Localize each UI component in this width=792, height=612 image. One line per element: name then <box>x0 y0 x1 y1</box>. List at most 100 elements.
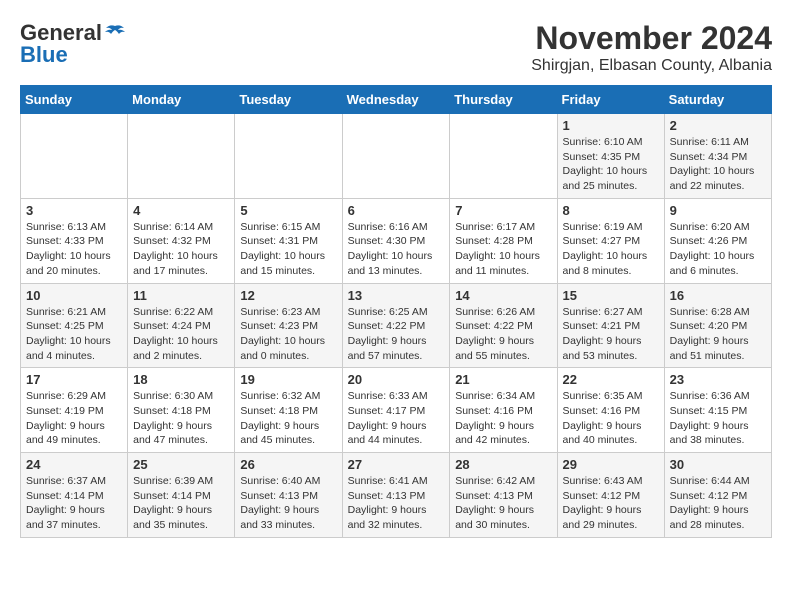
day-number: 22 <box>563 372 659 387</box>
day-info: Sunrise: 6:34 AM Sunset: 4:16 PM Dayligh… <box>455 389 551 448</box>
day-number: 21 <box>455 372 551 387</box>
header: General Blue November 2024 Shirgjan, Elb… <box>20 20 772 75</box>
calendar-day-cell: 7Sunrise: 6:17 AM Sunset: 4:28 PM Daylig… <box>450 198 557 283</box>
calendar-day-cell <box>342 114 450 199</box>
weekday-header-cell: Friday <box>557 86 664 114</box>
day-number: 14 <box>455 288 551 303</box>
day-number: 13 <box>348 288 445 303</box>
day-number: 20 <box>348 372 445 387</box>
month-title: November 2024 <box>531 20 772 57</box>
calendar-day-cell: 19Sunrise: 6:32 AM Sunset: 4:18 PM Dayli… <box>235 368 342 453</box>
location-title: Shirgjan, Elbasan County, Albania <box>531 57 772 75</box>
day-number: 28 <box>455 457 551 472</box>
day-info: Sunrise: 6:29 AM Sunset: 4:19 PM Dayligh… <box>26 389 122 448</box>
calendar-week-row: 17 Sunrise: 6:29 AM Sunset: 4:19 PM Dayli… <box>21 368 772 453</box>
day-info: Sunrise: 6:11 AM Sunset: 4:34 PM Dayligh… <box>670 135 766 194</box>
calendar-day-cell: 17 Sunrise: 6:29 AM Sunset: 4:19 PM Dayli… <box>21 368 128 453</box>
calendar-day-cell <box>21 114 128 199</box>
calendar-day-cell: 26 Sunrise: 6:40 AM Sunset: 4:13 PM Dayli… <box>235 453 342 538</box>
title-area: November 2024 Shirgjan, Elbasan County, … <box>531 20 772 75</box>
weekday-header-cell: Wednesday <box>342 86 450 114</box>
day-info: Sunrise: 6:41 AM Sunset: 4:13 PM Dayligh… <box>348 474 445 533</box>
calendar-day-cell: 27 Sunrise: 6:41 AM Sunset: 4:13 PM Dayli… <box>342 453 450 538</box>
calendar-day-cell <box>450 114 557 199</box>
day-info: Sunrise: 6:10 AM Sunset: 4:35 PM Dayligh… <box>563 135 659 194</box>
day-info: Sunrise: 6:32 AM Sunset: 4:18 PM Dayligh… <box>240 389 336 448</box>
day-number: 27 <box>348 457 445 472</box>
calendar-day-cell: 9 Sunrise: 6:20 AM Sunset: 4:26 PM Daylig… <box>664 198 771 283</box>
calendar-day-cell: 22 Sunrise: 6:35 AM Sunset: 4:16 PM Dayli… <box>557 368 664 453</box>
day-info: Sunrise: 6:22 AM Sunset: 4:24 PM Dayligh… <box>133 305 229 364</box>
day-number: 29 <box>563 457 659 472</box>
calendar-day-cell: 18 Sunrise: 6:30 AM Sunset: 4:18 PM Dayli… <box>128 368 235 453</box>
calendar-day-cell <box>235 114 342 199</box>
day-info: Sunrise: 6:15 AM Sunset: 4:31 PM Dayligh… <box>240 220 336 279</box>
day-number: 16 <box>670 288 766 303</box>
day-number: 11 <box>133 288 229 303</box>
day-info: Sunrise: 6:26 AM Sunset: 4:22 PM Dayligh… <box>455 305 551 364</box>
calendar-day-cell: 12 Sunrise: 6:23 AM Sunset: 4:23 PM Dayli… <box>235 283 342 368</box>
day-info: Sunrise: 6:19 AM Sunset: 4:27 PM Dayligh… <box>563 220 659 279</box>
calendar-day-cell: 6 Sunrise: 6:16 AM Sunset: 4:30 PM Daylig… <box>342 198 450 283</box>
calendar-day-cell: 5 Sunrise: 6:15 AM Sunset: 4:31 PM Daylig… <box>235 198 342 283</box>
day-number: 9 <box>670 203 766 218</box>
day-info: Sunrise: 6:21 AM Sunset: 4:25 PM Dayligh… <box>26 305 122 364</box>
day-number: 23 <box>670 372 766 387</box>
logo: General Blue <box>20 20 128 68</box>
weekday-header-cell: Tuesday <box>235 86 342 114</box>
day-number: 25 <box>133 457 229 472</box>
calendar-day-cell: 4 Sunrise: 6:14 AM Sunset: 4:32 PM Daylig… <box>128 198 235 283</box>
day-number: 17 <box>26 372 122 387</box>
calendar-week-row: 10 Sunrise: 6:21 AM Sunset: 4:25 PM Dayli… <box>21 283 772 368</box>
day-number: 5 <box>240 203 336 218</box>
day-info: Sunrise: 6:27 AM Sunset: 4:21 PM Dayligh… <box>563 305 659 364</box>
day-info: Sunrise: 6:33 AM Sunset: 4:17 PM Dayligh… <box>348 389 445 448</box>
day-number: 1 <box>563 118 659 133</box>
logo-bird-icon <box>104 24 126 42</box>
calendar-day-cell: 25Sunrise: 6:39 AM Sunset: 4:14 PM Dayli… <box>128 453 235 538</box>
day-info: Sunrise: 6:43 AM Sunset: 4:12 PM Dayligh… <box>563 474 659 533</box>
calendar-day-cell: 30Sunrise: 6:44 AM Sunset: 4:12 PM Dayli… <box>664 453 771 538</box>
day-number: 3 <box>26 203 122 218</box>
calendar-day-cell: 15 Sunrise: 6:27 AM Sunset: 4:21 PM Dayli… <box>557 283 664 368</box>
calendar-day-cell: 28Sunrise: 6:42 AM Sunset: 4:13 PM Dayli… <box>450 453 557 538</box>
calendar-day-cell: 29 Sunrise: 6:43 AM Sunset: 4:12 PM Dayli… <box>557 453 664 538</box>
calendar-day-cell: 16 Sunrise: 6:28 AM Sunset: 4:20 PM Dayli… <box>664 283 771 368</box>
calendar-day-cell <box>128 114 235 199</box>
day-number: 8 <box>563 203 659 218</box>
day-info: Sunrise: 6:17 AM Sunset: 4:28 PM Dayligh… <box>455 220 551 279</box>
day-info: Sunrise: 6:40 AM Sunset: 4:13 PM Dayligh… <box>240 474 336 533</box>
calendar-day-cell: 24Sunrise: 6:37 AM Sunset: 4:14 PM Dayli… <box>21 453 128 538</box>
day-info: Sunrise: 6:23 AM Sunset: 4:23 PM Dayligh… <box>240 305 336 364</box>
weekday-header-cell: Sunday <box>21 86 128 114</box>
day-info: Sunrise: 6:35 AM Sunset: 4:16 PM Dayligh… <box>563 389 659 448</box>
day-info: Sunrise: 6:20 AM Sunset: 4:26 PM Dayligh… <box>670 220 766 279</box>
day-info: Sunrise: 6:14 AM Sunset: 4:32 PM Dayligh… <box>133 220 229 279</box>
day-number: 10 <box>26 288 122 303</box>
calendar-day-cell: 11 Sunrise: 6:22 AM Sunset: 4:24 PM Dayli… <box>128 283 235 368</box>
logo-blue: Blue <box>20 42 68 68</box>
calendar-day-cell: 2 Sunrise: 6:11 AM Sunset: 4:34 PM Daylig… <box>664 114 771 199</box>
calendar-table: SundayMondayTuesdayWednesdayThursdayFrid… <box>20 85 772 538</box>
day-number: 4 <box>133 203 229 218</box>
calendar-week-row: 3 Sunrise: 6:13 AM Sunset: 4:33 PM Daylig… <box>21 198 772 283</box>
day-number: 6 <box>348 203 445 218</box>
calendar-day-cell: 1 Sunrise: 6:10 AM Sunset: 4:35 PM Daylig… <box>557 114 664 199</box>
day-info: Sunrise: 6:13 AM Sunset: 4:33 PM Dayligh… <box>26 220 122 279</box>
day-number: 18 <box>133 372 229 387</box>
day-info: Sunrise: 6:36 AM Sunset: 4:15 PM Dayligh… <box>670 389 766 448</box>
day-info: Sunrise: 6:28 AM Sunset: 4:20 PM Dayligh… <box>670 305 766 364</box>
weekday-header-row: SundayMondayTuesdayWednesdayThursdayFrid… <box>21 86 772 114</box>
day-info: Sunrise: 6:37 AM Sunset: 4:14 PM Dayligh… <box>26 474 122 533</box>
day-info: Sunrise: 6:30 AM Sunset: 4:18 PM Dayligh… <box>133 389 229 448</box>
weekday-header-cell: Thursday <box>450 86 557 114</box>
day-number: 26 <box>240 457 336 472</box>
day-number: 15 <box>563 288 659 303</box>
day-info: Sunrise: 6:16 AM Sunset: 4:30 PM Dayligh… <box>348 220 445 279</box>
weekday-header-cell: Saturday <box>664 86 771 114</box>
day-number: 30 <box>670 457 766 472</box>
day-number: 12 <box>240 288 336 303</box>
calendar-day-cell: 14 Sunrise: 6:26 AM Sunset: 4:22 PM Dayli… <box>450 283 557 368</box>
calendar-week-row: 1 Sunrise: 6:10 AM Sunset: 4:35 PM Daylig… <box>21 114 772 199</box>
day-number: 2 <box>670 118 766 133</box>
